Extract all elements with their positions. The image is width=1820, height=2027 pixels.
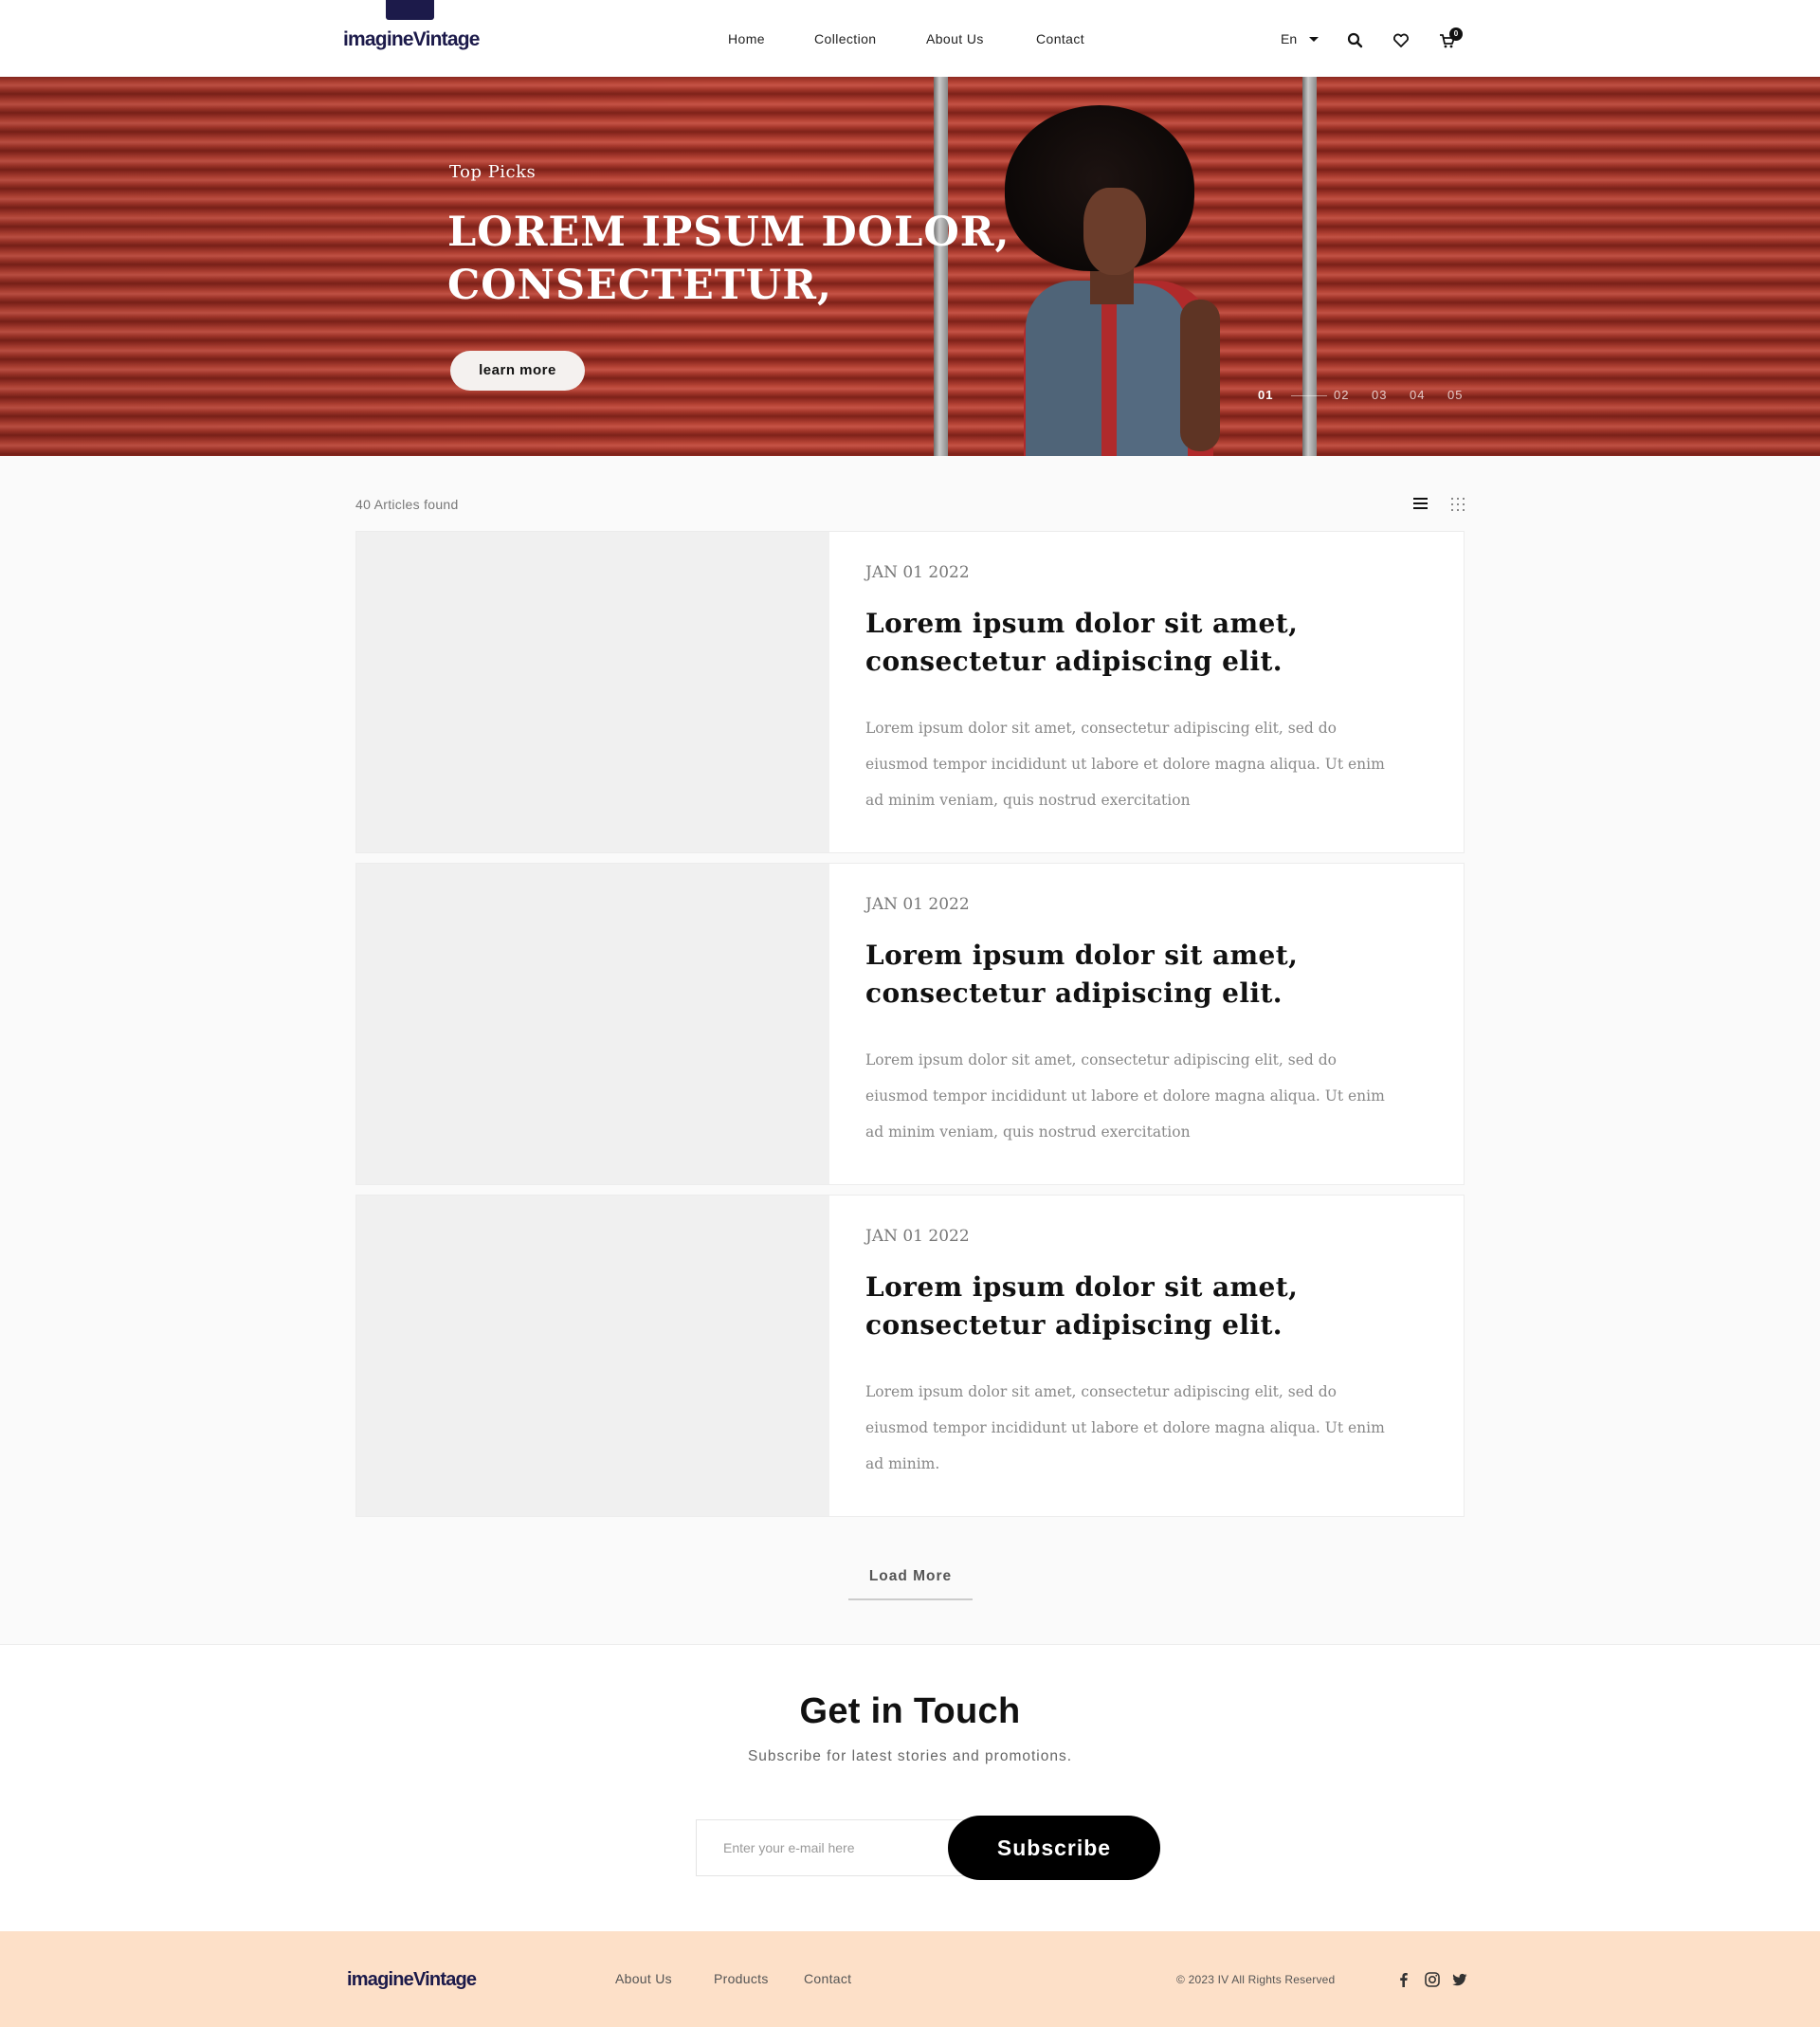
search-icon[interactable] bbox=[1346, 31, 1365, 50]
hero-model-figure bbox=[1117, 283, 1188, 456]
copyright-text: © 2023 IV All Rights Reserved bbox=[1176, 1973, 1336, 1986]
article-card[interactable]: JAN 01 2022 Lorem ipsum dolor sit amet, … bbox=[355, 863, 1465, 1185]
logo-mark bbox=[386, 0, 434, 20]
learn-more-button[interactable]: learn more bbox=[450, 351, 585, 391]
hero-pole bbox=[1302, 77, 1317, 456]
contact-subtitle: Subscribe for latest stories and promoti… bbox=[747, 1748, 1073, 1764]
footer-logo[interactable]: imagineVintage bbox=[347, 1969, 477, 1991]
contact-title: Get in Touch bbox=[799, 1691, 1021, 1731]
article-card[interactable]: JAN 01 2022 Lorem ipsum dolor sit amet, … bbox=[355, 1195, 1465, 1517]
article-image-placeholder[interactable] bbox=[356, 864, 829, 1184]
site-logo[interactable]: imagineVintage bbox=[343, 28, 480, 51]
article-excerpt: Lorem ipsum dolor sit amet, consectetur … bbox=[865, 1051, 1385, 1141]
article-title[interactable]: Lorem ipsum dolor sit amet, consectetur … bbox=[865, 605, 1434, 681]
footer-link-contact[interactable]: Contact bbox=[804, 1971, 851, 1986]
site-footer: imagineVintage About Us Products Contact… bbox=[0, 1931, 1820, 2027]
hero-kicker: Top Picks bbox=[449, 162, 537, 182]
article-date: JAN 01 2022 bbox=[865, 563, 970, 582]
article-title[interactable]: Lorem ipsum dolor sit amet, consectetur … bbox=[865, 937, 1434, 1013]
chevron-down-icon[interactable] bbox=[1309, 37, 1319, 42]
load-more-button[interactable]: Load More bbox=[848, 1568, 973, 1600]
language-selector[interactable]: En bbox=[1281, 31, 1297, 46]
article-date: JAN 01 2022 bbox=[865, 895, 970, 914]
article-excerpt: Lorem ipsum dolor sit amet, consectetur … bbox=[865, 1383, 1385, 1472]
slide-dot-05[interactable]: 05 bbox=[1447, 388, 1463, 402]
slide-dot-02[interactable]: 02 bbox=[1334, 388, 1349, 402]
facebook-icon[interactable] bbox=[1395, 1971, 1412, 1988]
article-card[interactable]: JAN 01 2022 Lorem ipsum dolor sit amet, … bbox=[355, 531, 1465, 853]
article-title[interactable]: Lorem ipsum dolor sit amet, consectetur … bbox=[865, 1269, 1434, 1344]
twitter-icon[interactable] bbox=[1451, 1971, 1468, 1988]
heart-icon[interactable] bbox=[1392, 31, 1410, 50]
subscribe-button[interactable]: Subscribe bbox=[948, 1816, 1160, 1880]
article-image-placeholder[interactable] bbox=[356, 1196, 829, 1516]
article-date: JAN 01 2022 bbox=[865, 1227, 970, 1246]
site-header: imagineVintage Home Collection About Us … bbox=[0, 0, 1820, 77]
footer-link-about-us[interactable]: About Us bbox=[615, 1971, 672, 1986]
hero-banner: Top Picks LOREM IPSUM DOLOR, CONSECTETUR… bbox=[0, 77, 1820, 456]
slide-dot-03[interactable]: 03 bbox=[1372, 388, 1387, 402]
slide-dot-01[interactable]: 01 bbox=[1258, 388, 1273, 402]
slide-progress-line bbox=[1291, 395, 1327, 396]
slide-dot-04[interactable]: 04 bbox=[1410, 388, 1425, 402]
cart-count-badge: 0 bbox=[1449, 27, 1463, 41]
nav-about-us[interactable]: About Us bbox=[926, 31, 984, 46]
hero-model-figure bbox=[1180, 300, 1220, 451]
articles-count: 40 Articles found bbox=[355, 497, 459, 512]
grid-view-icon[interactable] bbox=[1451, 498, 1465, 511]
email-field[interactable] bbox=[696, 1819, 967, 1876]
instagram-icon[interactable] bbox=[1424, 1971, 1441, 1988]
section-divider bbox=[0, 1644, 1820, 1645]
nav-contact[interactable]: Contact bbox=[1036, 31, 1084, 46]
footer-link-products[interactable]: Products bbox=[714, 1971, 769, 1986]
article-excerpt: Lorem ipsum dolor sit amet, consectetur … bbox=[865, 720, 1385, 809]
article-image-placeholder[interactable] bbox=[356, 532, 829, 852]
hero-title: LOREM IPSUM DOLOR, CONSECTETUR, bbox=[447, 209, 1010, 309]
nav-collection[interactable]: Collection bbox=[814, 31, 876, 46]
nav-home[interactable]: Home bbox=[728, 31, 765, 46]
list-view-icon[interactable] bbox=[1413, 498, 1428, 511]
